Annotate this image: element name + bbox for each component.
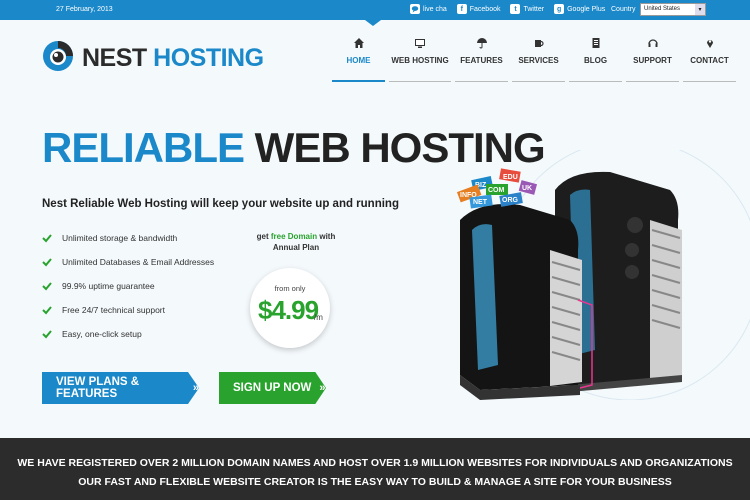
document-icon	[589, 36, 603, 50]
umbrella-icon	[475, 36, 489, 50]
live-chat-link[interactable]: live cha	[410, 4, 447, 14]
headset-icon	[646, 36, 660, 50]
twitter-link[interactable]: t Twitter	[510, 4, 544, 14]
stats-line-2: OUR FAST AND FLEXIBLE WEBSITE CREATOR IS…	[78, 476, 672, 488]
price-badge: from only $4.99 /m	[250, 268, 330, 348]
chat-icon	[410, 4, 420, 14]
nav-item-contact[interactable]: CONTACT	[681, 36, 738, 82]
stats-line-1: WE HAVE REGISTERED OVER 2 MILLION DOMAIN…	[17, 457, 733, 469]
top-bar: 27 February, 2013 live cha f Facebook t …	[0, 0, 750, 26]
price-per: /m	[314, 313, 323, 322]
check-icon	[42, 258, 52, 267]
top-links: live cha f Facebook t Twitter g Google P…	[410, 4, 605, 14]
double-chevron-right-icon: »	[192, 382, 199, 394]
date-text: 27 February, 2013	[56, 6, 113, 13]
nest-logo-icon[interactable]	[42, 40, 74, 72]
map-pin-icon	[703, 36, 717, 50]
nav-item-web-hosting[interactable]: WEB HOSTING	[387, 36, 453, 82]
hero-subhead: Nest Reliable Web Hosting will keep your…	[42, 198, 399, 210]
promo-get: get	[256, 232, 269, 241]
domain-tag-label: UK	[522, 185, 532, 192]
domain-tags: BIZ EDU INFO COM NET ORG UK	[456, 168, 538, 209]
nav-item-services[interactable]: SERVICES	[510, 36, 567, 82]
nav-underline	[389, 81, 451, 82]
check-icon	[42, 330, 52, 339]
country-value: United States	[644, 6, 681, 12]
twitter-label: Twitter	[523, 5, 545, 13]
facebook-link[interactable]: f Facebook	[456, 4, 501, 14]
google-plus-label: Google Plus	[567, 5, 606, 13]
nav-underline	[332, 80, 385, 82]
google-plus-link[interactable]: g Google Plus	[554, 4, 605, 14]
domain-tag-label: NET	[473, 199, 488, 206]
domain-promo: get free Domain with Annual Plan	[246, 231, 346, 253]
logo-word-nest: NEST	[82, 44, 147, 72]
nav-label-contact: CONTACT	[690, 56, 729, 65]
nav-underline	[626, 81, 679, 82]
nav-label-services: SERVICES	[518, 56, 559, 65]
nav-underline	[455, 81, 508, 82]
nav-label-features: FEATURES	[460, 56, 503, 65]
active-notch	[365, 20, 381, 26]
price-amount: $4.99	[258, 295, 319, 325]
stats-band: WE HAVE REGISTERED OVER 2 MILLION DOMAIN…	[0, 438, 750, 500]
nav-item-support[interactable]: SUPPORT	[624, 36, 681, 82]
promo-with: with	[319, 232, 336, 241]
feature-text: 99.9% uptime guarantee	[62, 281, 155, 291]
logo-word-hosting: HOSTING	[153, 44, 264, 72]
feature-text: Unlimited Databases & Email Addresses	[62, 257, 215, 267]
feature-text: Unlimited storage & bandwidth	[62, 233, 178, 243]
headline-reliable: RELIABLE	[42, 124, 245, 171]
home-icon	[352, 36, 366, 50]
feature-text: Free 24/7 technical support	[62, 305, 166, 315]
twitter-icon: t	[510, 4, 521, 14]
nav-item-home[interactable]: HOME	[330, 36, 387, 82]
nav-item-features[interactable]: FEATURES	[453, 36, 510, 82]
feature-text: Easy, one-click setup	[62, 329, 142, 339]
logo-wordmark[interactable]: NEST HOSTING	[82, 44, 264, 73]
list-item: Unlimited Databases & Email Addresses	[42, 250, 214, 274]
country-label: Country	[611, 6, 636, 13]
nav-label-web-hosting: WEB HOSTING	[391, 56, 449, 65]
view-plans-label: VIEW PLANS & FEATURES	[56, 376, 140, 400]
server-illustration: BIZ EDU INFO COM NET ORG UK	[456, 150, 750, 400]
monitor-icon	[413, 36, 427, 50]
nav-underline	[683, 81, 736, 82]
domain-tag: COM	[486, 184, 508, 195]
view-plans-button[interactable]: VIEW PLANS & FEATURES »	[42, 372, 199, 404]
domain-tag-label: COM	[488, 187, 505, 194]
list-item: 99.9% uptime guarantee	[42, 274, 214, 298]
facebook-icon: f	[456, 4, 467, 14]
main-nav: HOME WEB HOSTING FEATURES SERVICES BLOG	[330, 36, 738, 82]
check-icon	[42, 306, 52, 315]
list-item: Free 24/7 technical support	[42, 298, 214, 322]
nav-underline	[569, 81, 622, 82]
domain-tag-label: EDU	[503, 174, 518, 181]
double-chevron-right-icon: »	[319, 382, 326, 394]
promo-free-domain: free Domain	[270, 232, 318, 241]
domain-tag-label: ORG	[502, 197, 519, 204]
list-item: Easy, one-click setup	[42, 322, 214, 346]
sign-up-button[interactable]: SIGN UP NOW »	[219, 372, 326, 404]
nav-label-home: HOME	[346, 56, 371, 65]
live-chat-label: live cha	[423, 5, 447, 13]
nav-underline	[512, 81, 565, 82]
nav-label-support: SUPPORT	[633, 56, 672, 65]
country-select[interactable]: United States ▾	[640, 3, 706, 16]
promo-plan: Annual Plan	[272, 243, 320, 252]
mug-icon	[532, 36, 546, 50]
facebook-label: Facebook	[469, 5, 501, 13]
server-tower-front	[460, 204, 593, 400]
check-icon	[42, 234, 52, 243]
nav-label-blog: BLOG	[583, 56, 608, 65]
price-from: from only	[274, 284, 306, 293]
sign-up-label: SIGN UP NOW	[233, 382, 312, 394]
google-plus-icon: g	[554, 4, 565, 14]
chevron-down-icon: ▾	[695, 4, 705, 15]
domain-tag: EDU	[499, 168, 521, 183]
list-item: Unlimited storage & bandwidth	[42, 226, 214, 250]
feature-list: Unlimited storage & bandwidth Unlimited …	[42, 226, 214, 346]
nav-item-blog[interactable]: BLOG	[567, 36, 624, 82]
check-icon	[42, 282, 52, 291]
